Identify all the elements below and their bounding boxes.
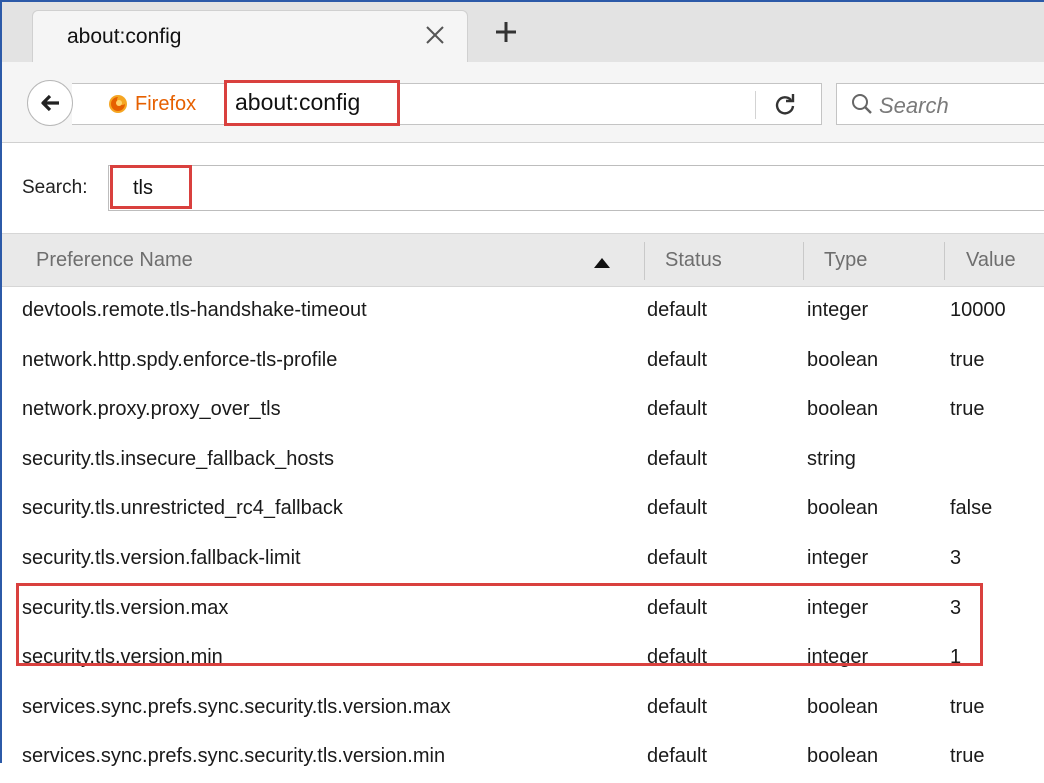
pref-value: true (950, 745, 985, 768)
search-value: tls (133, 177, 153, 199)
navigation-toolbar: Firefox about:config Search (2, 62, 1044, 143)
column-header-name[interactable]: Preference Name (36, 249, 193, 272)
table-row[interactable]: network.proxy.proxy_over_tls default boo… (2, 386, 1044, 436)
tab-about-config[interactable]: about:config (32, 10, 468, 64)
pref-value: true (950, 398, 985, 421)
column-divider[interactable] (644, 242, 645, 280)
pref-status: default (647, 497, 708, 520)
table-row[interactable]: services.sync.prefs.sync.security.tls.ve… (2, 733, 1044, 783)
pref-name: network.http.spdy.enforce-tls-profile (22, 348, 338, 371)
pref-type: integer (807, 299, 869, 321)
pref-type: boolean (807, 745, 879, 768)
close-icon[interactable] (419, 19, 451, 51)
pref-type: boolean (807, 497, 879, 520)
pref-status: default (647, 348, 708, 371)
tab-strip: about:config (2, 2, 1044, 64)
search-icon (851, 93, 873, 120)
pref-value: 3 (950, 546, 962, 569)
table-row[interactable]: services.sync.prefs.sync.security.tls.ve… (2, 684, 1044, 734)
table-row[interactable]: security.tls.version.fallback-limit defa… (2, 535, 1044, 585)
pref-value: false (950, 497, 993, 520)
search-placeholder: Search (879, 93, 949, 118)
pref-status: default (647, 695, 708, 718)
column-header-value[interactable]: Value (966, 249, 1016, 272)
column-header-status[interactable]: Status (665, 249, 722, 272)
pref-type: boolean (807, 695, 879, 718)
preferences-list: devtools.remote.tls-handshake-timeout de… (2, 287, 1044, 783)
sort-ascending-icon[interactable] (594, 255, 610, 273)
search-label: Search: (22, 177, 88, 198)
url-divider (755, 91, 756, 119)
pref-type: integer (807, 546, 869, 569)
pref-status: default (647, 447, 708, 470)
url-bar[interactable]: Firefox about:config (72, 80, 822, 126)
pref-value: true (950, 695, 985, 718)
table-row[interactable]: security.tls.insecure_fallback_hosts def… (2, 436, 1044, 486)
pref-name: security.tls.version.fallback-limit (22, 546, 301, 569)
pref-status: default (647, 299, 708, 321)
pref-type: boolean (807, 398, 879, 421)
column-header-type[interactable]: Type (824, 249, 867, 272)
config-search-input[interactable] (108, 165, 1044, 211)
pref-type: string (807, 447, 856, 470)
pref-name: services.sync.prefs.sync.security.tls.ve… (22, 695, 451, 718)
search-bar[interactable]: Search (836, 83, 1044, 125)
reload-icon[interactable] (772, 92, 798, 118)
pref-value: true (950, 348, 985, 371)
url-text: about:config (235, 89, 361, 115)
column-divider[interactable] (944, 242, 945, 280)
tls-version-rows-highlight (16, 583, 983, 666)
table-row[interactable]: security.tls.unrestricted_rc4_fallback d… (2, 485, 1044, 535)
table-header: Preference Name Status Type Value (2, 233, 1044, 287)
pref-name: network.proxy.proxy_over_tls (22, 398, 281, 421)
tab-title: about:config (67, 25, 182, 48)
pref-status: default (647, 745, 708, 768)
pref-status: default (647, 398, 708, 421)
url-input-highlight[interactable]: about:config (224, 80, 400, 126)
search-value-highlight[interactable]: tls (110, 165, 192, 209)
firefox-logo-icon (108, 94, 128, 114)
back-button[interactable] (27, 80, 73, 126)
pref-value: 10000 (950, 299, 1006, 321)
pref-name: security.tls.unrestricted_rc4_fallback (22, 497, 343, 520)
pref-name: services.sync.prefs.sync.security.tls.ve… (22, 745, 446, 768)
table-row[interactable]: network.http.spdy.enforce-tls-profile de… (2, 337, 1044, 387)
pref-name: devtools.remote.tls-handshake-timeout (22, 299, 367, 321)
identity-label[interactable]: Firefox (135, 93, 196, 116)
pref-status: default (647, 546, 708, 569)
column-divider[interactable] (803, 242, 804, 280)
plus-icon[interactable] (490, 16, 522, 48)
pref-type: boolean (807, 348, 879, 371)
table-row[interactable]: devtools.remote.tls-handshake-timeout de… (2, 287, 1044, 337)
pref-name: security.tls.insecure_fallback_hosts (22, 447, 334, 470)
